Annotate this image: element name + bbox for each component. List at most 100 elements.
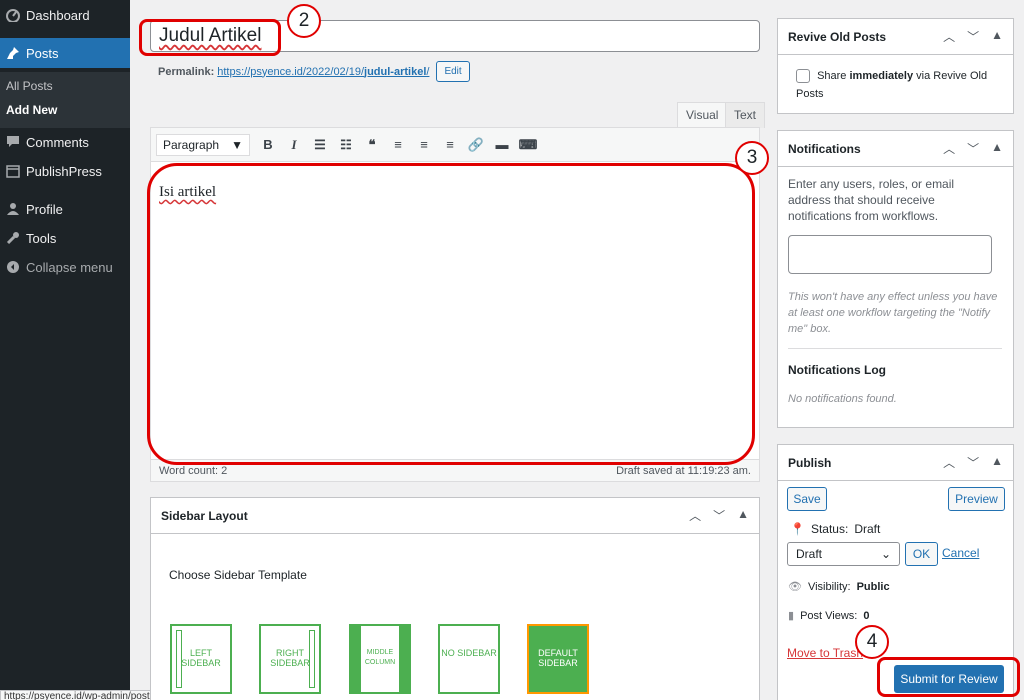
status-row: 📍 Status: Draft	[790, 522, 880, 536]
dashboard-icon	[6, 8, 20, 23]
sidebar-layout-header: Sidebar Layout ︿ ﹀ ▲	[151, 498, 759, 534]
status-select[interactable]: Draft ⌄	[787, 542, 900, 566]
sidebar-layout-title: Sidebar Layout	[161, 508, 248, 523]
align-center-icon[interactable]: ≡	[416, 137, 432, 153]
posts-submenu: All Posts Add New	[0, 72, 130, 128]
link-icon[interactable]: 🔗	[468, 137, 484, 153]
bar-chart-icon: ▮	[788, 610, 795, 622]
pin-icon: 📍	[790, 522, 805, 536]
toggle-icon[interactable]: ▲	[737, 507, 749, 524]
sidebar-item-label: Dashboard	[26, 7, 90, 23]
submenu-add-new[interactable]: Add New	[0, 98, 130, 122]
permalink-edit-button[interactable]: Edit	[436, 61, 470, 82]
annotation-box-title	[139, 19, 281, 56]
toggle-icon[interactable]: ▲	[991, 28, 1003, 45]
save-draft-button[interactable]: Save	[787, 487, 827, 511]
sidebar-item-tools[interactable]: Tools	[0, 223, 130, 253]
chevron-down-icon[interactable]: ﹀	[967, 140, 979, 157]
permalink-end: /	[426, 65, 430, 78]
admin-sidebar: Dashboard Posts All Posts Add New Commen…	[0, 0, 130, 700]
numbered-list-icon[interactable]: ☷	[338, 137, 354, 153]
template-default-sidebar[interactable]: Default Sidebar	[527, 624, 589, 694]
ok-button[interactable]: OK	[905, 542, 938, 566]
sidebar-item-profile[interactable]: Profile	[0, 194, 130, 224]
template-label: Default Sidebar	[538, 648, 578, 668]
chevron-up-icon[interactable]: ︿	[689, 507, 701, 524]
toggle-icon[interactable]: ▲	[991, 140, 1003, 157]
chevron-up-icon[interactable]: ︿	[943, 140, 955, 157]
format-select[interactable]: Paragraph ▼	[156, 133, 250, 156]
chevron-down-icon[interactable]: ﹀	[713, 507, 725, 524]
chevron-up-icon[interactable]: ︿	[943, 454, 955, 471]
sidebar-item-comments[interactable]: Comments	[0, 127, 130, 157]
align-right-icon[interactable]: ≡	[442, 137, 458, 153]
permalink-slug: judul-artikel	[364, 65, 427, 78]
sidebar-collapse-menu[interactable]: Collapse menu	[0, 252, 130, 282]
annotation-circle-2: 2	[287, 4, 321, 38]
notifications-header: Notifications ︿ ﹀ ▲	[778, 131, 1013, 167]
editor-toolbar: Paragraph ▼ B I ☰ ☷ ❝ ≡ ≡ ≡ 🔗 ▬ ⌨	[151, 128, 759, 162]
italic-icon[interactable]: I	[286, 137, 302, 153]
choose-template-label: Choose Sidebar Template	[169, 568, 307, 582]
tab-text[interactable]: Text	[725, 102, 766, 128]
template-label: Middle Column	[364, 649, 396, 666]
sidebar-item-dashboard[interactable]: Dashboard	[0, 0, 130, 30]
annotation-circle-3: 3	[735, 141, 769, 175]
views-row: ▮ Post Views: 0	[788, 609, 869, 623]
preview-button[interactable]: Preview	[948, 487, 1005, 511]
sidebar-item-publishpress[interactable]: PublishPress	[0, 156, 130, 186]
template-label: Left Sidebar	[181, 648, 221, 668]
template-label: Right Sidebar	[270, 648, 310, 668]
status-label: Status:	[810, 522, 849, 536]
sidebar-item-label: Posts	[26, 45, 59, 61]
revive-title: Revive Old Posts	[788, 29, 887, 44]
sidebar-item-posts[interactable]: Posts	[0, 38, 130, 68]
template-left-sidebar[interactable]: Left Sidebar	[170, 624, 232, 694]
publish-title: Publish	[788, 455, 832, 470]
annotation-circle-4: 4	[855, 625, 889, 659]
permalink-row: Permalink: https://psyence.id/2022/02/19…	[158, 61, 470, 82]
read-more-icon[interactable]: ▬	[494, 137, 510, 153]
sidebar-item-label: PublishPress	[26, 163, 102, 179]
chevron-up-icon[interactable]: ︿	[943, 28, 955, 45]
status-value: Draft	[854, 522, 881, 536]
tab-visual[interactable]: Visual	[677, 102, 728, 128]
share-checkbox[interactable]	[796, 69, 810, 84]
permalink-link[interactable]: https://psyence.id/2022/02/19/judul-arti…	[217, 66, 429, 78]
revive-share-row: Share immediately via Revive Old Posts	[796, 67, 1006, 103]
keyboard-icon[interactable]: ⌨	[519, 137, 538, 153]
bold-icon[interactable]: B	[260, 137, 276, 153]
blockquote-icon[interactable]: ❝	[364, 137, 380, 153]
template-no-sidebar[interactable]: No Sidebar	[438, 624, 500, 694]
toggle-icon[interactable]: ▲	[991, 454, 1003, 471]
chevron-down-icon[interactable]: ﹀	[967, 454, 979, 471]
bullet-list-icon[interactable]: ☰	[312, 137, 328, 153]
visibility-value: Public	[856, 580, 890, 593]
notify-users-input[interactable]	[788, 235, 992, 274]
revive-header: Revive Old Posts ︿ ﹀ ▲	[778, 19, 1013, 55]
visibility-row: 👁 Visibility: Public	[788, 580, 890, 594]
visibility-label: Visibility:	[807, 580, 851, 593]
notifications-box: Notifications ︿ ﹀ ▲ Enter any users, roles…	[777, 130, 1014, 428]
notifications-title: Notifications	[788, 141, 861, 156]
annotation-box-submit	[877, 657, 1020, 697]
cancel-link[interactable]: Cancel	[942, 546, 979, 560]
chevron-down-icon[interactable]: ﹀	[967, 28, 979, 45]
sidebar-item-label: Profile	[26, 201, 63, 217]
views-label: Post Views:	[800, 609, 858, 622]
sidebar-item-label: Collapse menu	[26, 259, 113, 275]
user-icon	[6, 202, 20, 216]
revive-box: Revive Old Posts ︿ ﹀ ▲ Share immediately v…	[777, 18, 1014, 114]
share-bold: immediately	[849, 70, 914, 82]
align-left-icon[interactable]: ≡	[390, 137, 406, 153]
template-right-sidebar[interactable]: Right Sidebar	[259, 624, 321, 694]
move-to-trash-link[interactable]: Move to Trash	[787, 646, 863, 660]
submenu-all-posts[interactable]: All Posts	[0, 74, 130, 98]
draft-saved: Draft saved at 11:19:23 am.	[616, 464, 751, 477]
sidebar-item-label: Comments	[26, 134, 89, 150]
template-label: No Sidebar	[441, 648, 497, 658]
template-middle-column[interactable]: Middle Column	[349, 624, 411, 694]
annotation-box-content	[147, 163, 755, 465]
eye-icon: 👁	[788, 581, 802, 593]
notifications-log-title: Notifications Log	[788, 363, 886, 377]
